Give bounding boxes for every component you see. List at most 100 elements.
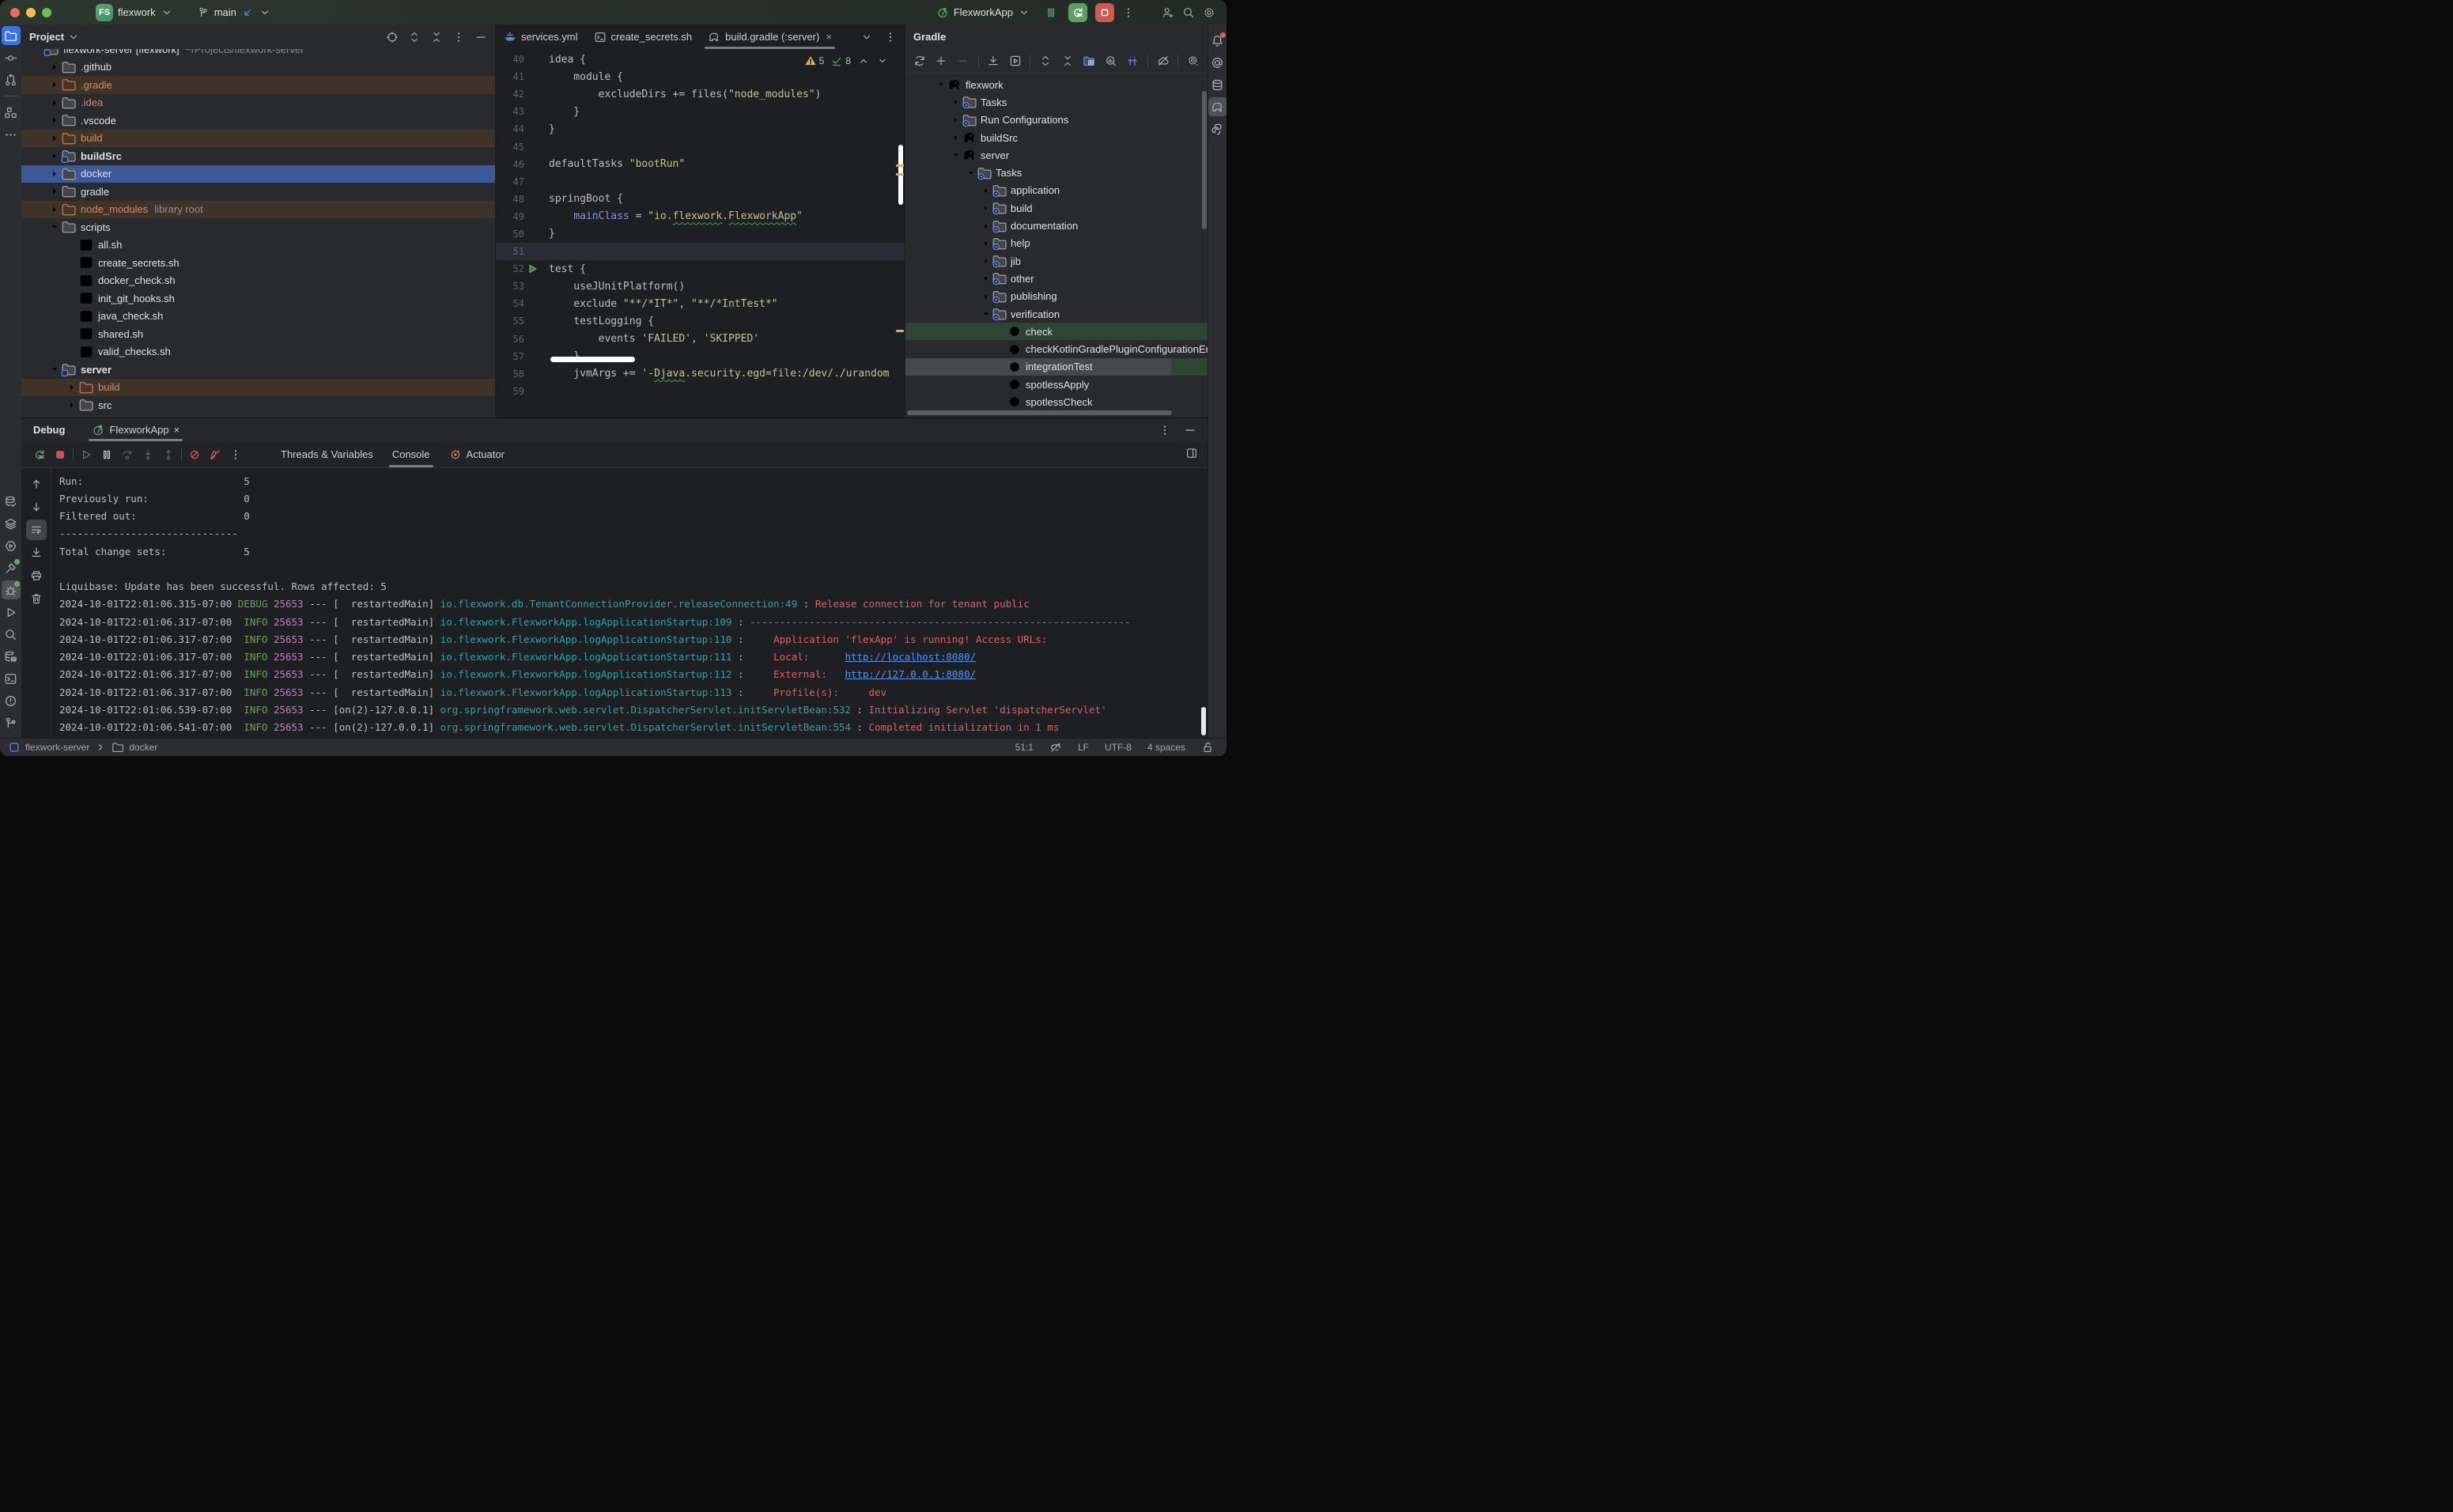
- tree-row-check[interactable]: check: [905, 323, 1208, 340]
- breadcrumb[interactable]: flexwork-server docker: [8, 741, 157, 754]
- chevron-right-icon[interactable]: [951, 132, 962, 143]
- chevron-right-icon[interactable]: [951, 115, 962, 126]
- warning-stripe-mark[interactable]: [896, 173, 904, 176]
- stripe-item-project-folder[interactable]: [2, 26, 21, 45]
- rerun-button[interactable]: [29, 444, 50, 465]
- down-button[interactable]: [26, 497, 47, 517]
- code-with-me-icon[interactable]: [1162, 6, 1174, 19]
- stripe-item-gradle-tool[interactable]: [1208, 97, 1227, 116]
- chevron-right-icon[interactable]: [48, 185, 61, 198]
- debug-tab-Actuator[interactable]: Actuator: [440, 441, 514, 467]
- tree-row-build[interactable]: build: [21, 379, 495, 397]
- tree-row-valid_checks.sh[interactable]: valid_checks.sh: [21, 343, 495, 361]
- editor-tab-build.gradle[interactable]: build.gradle (:server)×: [700, 25, 840, 49]
- chevron-down-icon[interactable]: [935, 79, 947, 90]
- caret-position[interactable]: 51:1: [1015, 742, 1034, 753]
- tree-row-verification[interactable]: verification: [905, 305, 1208, 323]
- tree-row-flexwork[interactable]: flexwork: [905, 76, 1208, 93]
- tree-row-Tasks[interactable]: Tasks: [905, 93, 1208, 111]
- tree-row-spotlessApply[interactable]: spotlessApply: [905, 376, 1208, 393]
- chevron-right-icon[interactable]: [981, 273, 992, 284]
- stripe-item-database-panel[interactable]: [2, 647, 21, 666]
- editor-tab-services.yml[interactable]: services.yml: [496, 25, 586, 49]
- chevron-down-icon[interactable]: [951, 149, 962, 161]
- tree-row-flexwork-server--flexwork-[interactable]: flexwork-server [flexwork]~/Projects/fle…: [21, 49, 495, 59]
- code-line-53[interactable]: 53 useJUnitPlatform(): [496, 278, 905, 295]
- chevron-right-icon[interactable]: [981, 221, 992, 232]
- code-line-58[interactable]: 58 jvmArgs += '-Djava.security.egd=file:…: [496, 365, 905, 383]
- chevron-right-icon[interactable]: [48, 96, 61, 109]
- prev-problem-icon[interactable]: [857, 55, 870, 67]
- gradle-horizontal-scrollbar[interactable]: [907, 410, 1172, 415]
- tree-row-docker[interactable]: docker: [21, 165, 495, 183]
- tree-row-build[interactable]: build: [905, 199, 1208, 217]
- step-over-button[interactable]: [117, 444, 138, 465]
- code-line-56[interactable]: 56 events 'FAILED', 'SKIPPED': [496, 331, 905, 348]
- rerun-debug-button[interactable]: [1068, 3, 1087, 22]
- tree-row-spotlessCheck[interactable]: spotlessCheck: [905, 393, 1208, 408]
- close-icon[interactable]: ×: [826, 31, 832, 43]
- tree-row-.vscode[interactable]: .vscode: [21, 112, 495, 130]
- stop-button[interactable]: [50, 444, 70, 465]
- console-vertical-scrollbar[interactable]: [1201, 707, 1206, 735]
- mute-breakpoints-button[interactable]: [205, 444, 225, 465]
- stripe-item-more[interactable]: [2, 125, 21, 144]
- chevron-right-icon[interactable]: [66, 381, 78, 394]
- chevron-right-icon[interactable]: [66, 399, 78, 411]
- editor-horizontal-scrollbar[interactable]: [550, 357, 635, 362]
- close-window-button[interactable]: [10, 8, 20, 17]
- chevron-right-icon[interactable]: [48, 114, 61, 127]
- chevron-right-icon[interactable]: [48, 132, 61, 145]
- chevron-right-icon[interactable]: [48, 168, 61, 180]
- stripe-item-ai-assistant[interactable]: [1208, 53, 1227, 72]
- tree-row-init_git_hooks.sh[interactable]: init_git_hooks.sh: [21, 289, 495, 308]
- code-line-50[interactable]: 50}: [496, 225, 905, 243]
- tree-row-scripts[interactable]: scripts: [21, 218, 495, 236]
- inspections-widget[interactable]: 5 8: [801, 53, 892, 69]
- minus-button[interactable]: [954, 51, 973, 70]
- stripe-item-database[interactable]: [1208, 75, 1227, 94]
- chevron-down-icon[interactable]: [966, 168, 977, 179]
- up-button[interactable]: [26, 474, 47, 494]
- settings-button[interactable]: [1184, 51, 1203, 70]
- tree-row-integrationTest[interactable]: integrationTest: [905, 358, 1208, 376]
- stripe-item-run-play[interactable]: [2, 603, 21, 622]
- stripe-item-services[interactable]: [2, 536, 21, 555]
- chevron-right-icon[interactable]: [48, 203, 61, 216]
- tree-row-Run-Configurations[interactable]: Run Configurations: [905, 112, 1208, 129]
- offline-button[interactable]: [1154, 51, 1173, 70]
- stripe-item-problems[interactable]: [2, 691, 21, 710]
- tree-row-src[interactable]: src: [21, 396, 495, 414]
- hide-icon[interactable]: [474, 31, 487, 43]
- code-line-47[interactable]: 47: [496, 173, 905, 191]
- tree-row-help[interactable]: help: [905, 235, 1208, 252]
- tree-row-build[interactable]: build: [21, 130, 495, 148]
- layout-settings-icon[interactable]: [1185, 447, 1198, 459]
- debug-tab-Console[interactable]: Console: [383, 441, 440, 467]
- code-line-43[interactable]: 43 }: [496, 103, 905, 120]
- chevron-right-icon[interactable]: [981, 291, 992, 302]
- tree-row-checkKotlinGradlePluginConfigurationEr[interactable]: checkKotlinGradlePluginConfigurationEr: [905, 340, 1208, 357]
- stripe-item-commit[interactable]: [2, 48, 21, 67]
- folder-grid-button[interactable]: [1079, 51, 1098, 70]
- tree-row-documentation[interactable]: documentation: [905, 217, 1208, 234]
- tree-row-server[interactable]: server: [21, 361, 495, 379]
- resume-button[interactable]: [76, 444, 96, 465]
- chevron-down-icon[interactable]: [981, 308, 992, 319]
- pause-program-button[interactable]: [1045, 6, 1057, 19]
- tree-row-create_secrets.sh[interactable]: create_secrets.sh: [21, 254, 495, 272]
- step-into-button[interactable]: [138, 444, 158, 465]
- tree-row-.github[interactable]: .github: [21, 59, 495, 77]
- next-problem-icon[interactable]: [876, 55, 889, 67]
- tree-row-java_check.sh[interactable]: java_check.sh: [21, 308, 495, 326]
- kebab-icon[interactable]: [884, 31, 897, 43]
- highlighting-level-icon[interactable]: [1049, 741, 1062, 754]
- scroll-end-button[interactable]: [26, 542, 47, 563]
- line-ending[interactable]: LF: [1078, 742, 1089, 753]
- stripe-item-python[interactable]: [1208, 119, 1227, 138]
- tree-row-jib[interactable]: jib: [905, 252, 1208, 270]
- code-line-49[interactable]: 49 mainClass = "io.flexwork.FlexworkApp": [496, 208, 905, 225]
- tree-row-Tasks[interactable]: Tasks: [905, 164, 1208, 181]
- tree-row-buildSrc[interactable]: buildSrc: [905, 129, 1208, 146]
- chevron-right-icon[interactable]: [48, 149, 61, 162]
